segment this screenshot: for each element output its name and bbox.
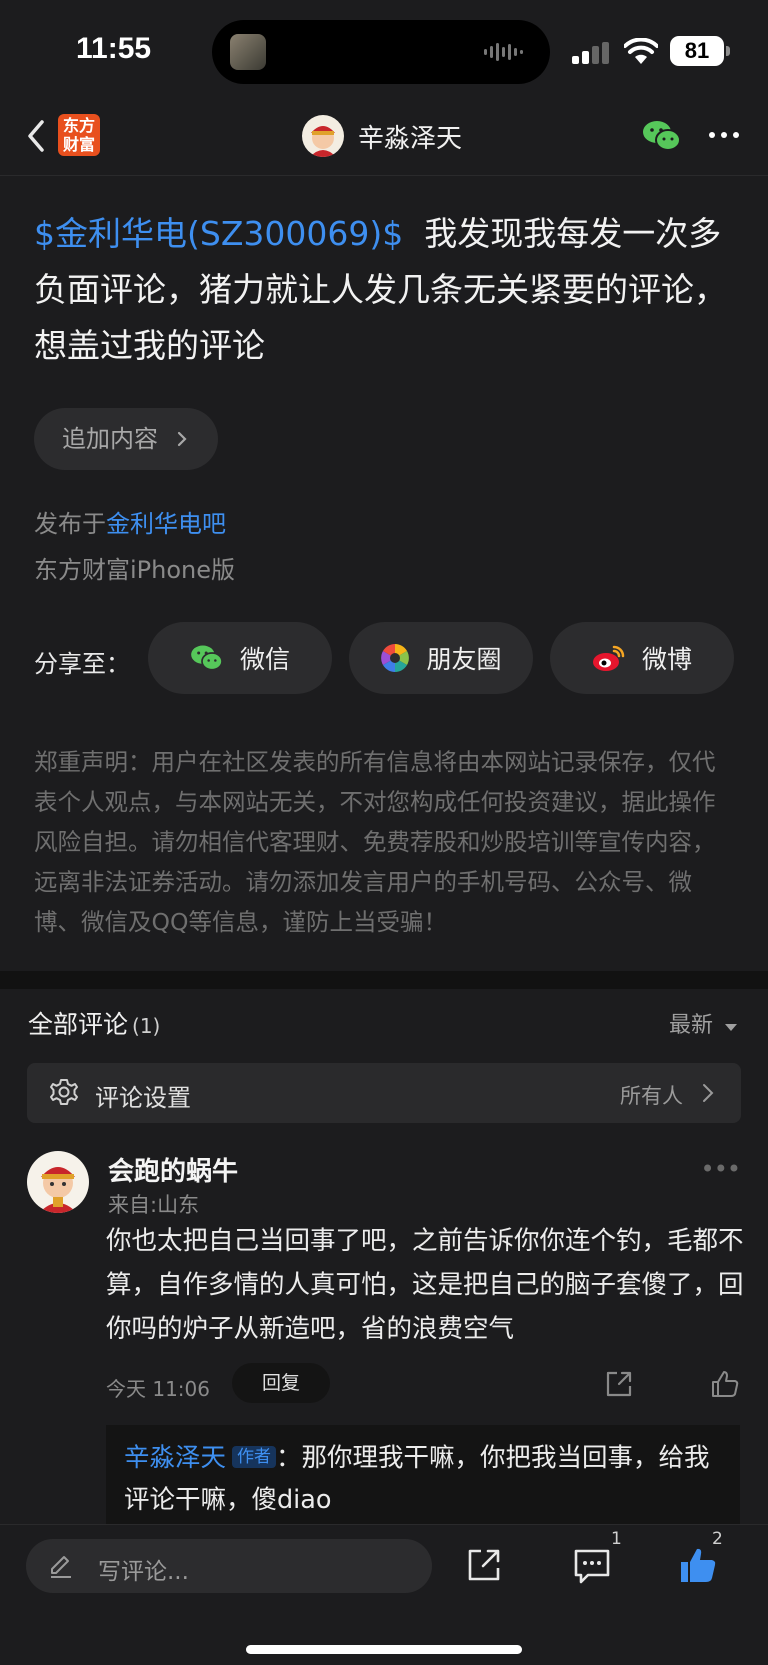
logo-line2: 财富 [62, 135, 95, 154]
share-icon[interactable] [466, 1547, 502, 1583]
published-in: 发布于金利华电吧 [34, 504, 226, 539]
pen-icon [51, 1556, 71, 1578]
caret-down-icon [725, 1024, 737, 1031]
nav-header: 东方 财富 辛淼泽天 [0, 100, 768, 176]
share-icon[interactable] [604, 1369, 634, 1399]
logo-line1: 东方 [62, 116, 95, 135]
author-name: 辛淼泽天 [358, 123, 463, 154]
sort-dropdown[interactable]: 最新 [669, 1007, 738, 1039]
back-chevron-icon[interactable] [22, 116, 52, 156]
cellular-signal-icon [572, 42, 609, 64]
section-divider [0, 971, 768, 989]
dynamic-island[interactable] [212, 20, 550, 84]
bottom-action-bar: 写评论... 1 2 [0, 1524, 768, 1665]
share-moments-label: 朋友圈 [426, 645, 502, 674]
comment-more-icon[interactable]: ••• [701, 1155, 741, 1183]
thumbs-up-icon[interactable] [678, 1545, 718, 1585]
battery-indicator: 81 [670, 36, 724, 66]
stock-tag-link[interactable]: $金利华电(SZ300069)$ [34, 214, 403, 253]
client-source: 东方财富iPhone版 [34, 556, 236, 584]
commenter-location: 来自:山东 [108, 1193, 200, 1217]
author-avatar [302, 115, 344, 157]
audio-wave-icon [484, 43, 523, 61]
comment-input[interactable]: 写评论... [26, 1539, 432, 1593]
status-bar: 11:55 81 [0, 0, 768, 100]
home-indicator[interactable] [246, 1645, 522, 1654]
comment-input-placeholder: 写评论... [98, 1559, 189, 1585]
moments-aperture-icon [381, 644, 410, 672]
comment-settings-value: 所有人 [620, 1084, 683, 1108]
more-icon[interactable] [706, 120, 742, 150]
wifi-icon [624, 38, 658, 64]
chevron-right-icon [703, 1084, 714, 1102]
post-section: $金利华电(SZ300069)$ 我发现我每发一次多负面评论，猪力就让人发几条无… [0, 176, 768, 971]
disclaimer-text: 郑重声明：用户在社区发表的所有信息将由本网站记录保存，仅代表个人观点，与本网站无… [34, 748, 716, 936]
share-label: 分享至： [34, 650, 130, 678]
reply-button[interactable]: 回复 [232, 1363, 330, 1403]
sort-label: 最新 [668, 1013, 713, 1038]
now-playing-thumbnail [230, 34, 266, 70]
comment-settings-row[interactable]: 评论设置 所有人 [27, 1063, 741, 1123]
status-time: 11:55 [76, 32, 152, 65]
share-weibo-label: 微博 [641, 645, 692, 674]
comment-text: 你也太把自己当回事了吧，之前告诉你你连个钓，毛都不算，自作多情的人真可怕，这是把… [106, 1226, 744, 1344]
share-wechat-button[interactable]: 微信 [148, 622, 332, 694]
commenter-name[interactable]: 会跑的蜗牛 [108, 1151, 238, 1188]
post-body: $金利华电(SZ300069)$ 我发现我每发一次多负面评论，猪力就让人发几条无… [34, 206, 742, 374]
header-author[interactable]: 辛淼泽天 [302, 114, 462, 158]
eastmoney-logo[interactable]: 东方 财富 [58, 114, 100, 156]
published-prefix: 发布于 [34, 510, 106, 538]
gear-icon [50, 1079, 78, 1105]
comment-time: 今天 11:06 [106, 1377, 210, 1401]
reply-author-name[interactable]: 辛淼泽天 [124, 1443, 226, 1473]
weibo-icon [592, 645, 625, 671]
stock-bar-link[interactable]: 金利华电吧 [106, 510, 226, 538]
add-content-button[interactable]: 追加内容 [34, 408, 218, 470]
thumbs-up-icon[interactable] [710, 1369, 740, 1399]
share-wechat-label: 微信 [239, 645, 290, 674]
commenter-avatar[interactable] [27, 1151, 89, 1213]
comment-count-badge: 1 [611, 1529, 622, 1549]
wechat-icon [191, 645, 223, 671]
wechat-icon[interactable] [642, 118, 682, 154]
comment-settings-label: 评论设置 [95, 1084, 191, 1112]
comment-icon[interactable] [572, 1547, 612, 1585]
chevron-right-icon [177, 431, 187, 447]
battery-tip [726, 46, 730, 56]
author-reply: 辛淼泽天 作者 ：那你理我干嘛，你把我当回事，给我评论干嘛，傻diao [106, 1425, 740, 1524]
share-weibo-button[interactable]: 微博 [550, 622, 734, 694]
comments-title: 全部评论 (1) [28, 1005, 160, 1041]
comments-count: (1) [132, 1014, 161, 1038]
share-moments-button[interactable]: 朋友圈 [349, 622, 533, 694]
like-count-badge: 2 [712, 1529, 723, 1549]
author-badge: 作者 [232, 1446, 277, 1468]
add-content-label: 追加内容 [62, 425, 158, 453]
comments-section: 全部评论 (1) 最新 评论设置 所有人 会跑的蜗牛 来自:山东 ••• 你也太把… [0, 989, 768, 1524]
comments-title-label: 全部评论 [28, 1010, 129, 1039]
